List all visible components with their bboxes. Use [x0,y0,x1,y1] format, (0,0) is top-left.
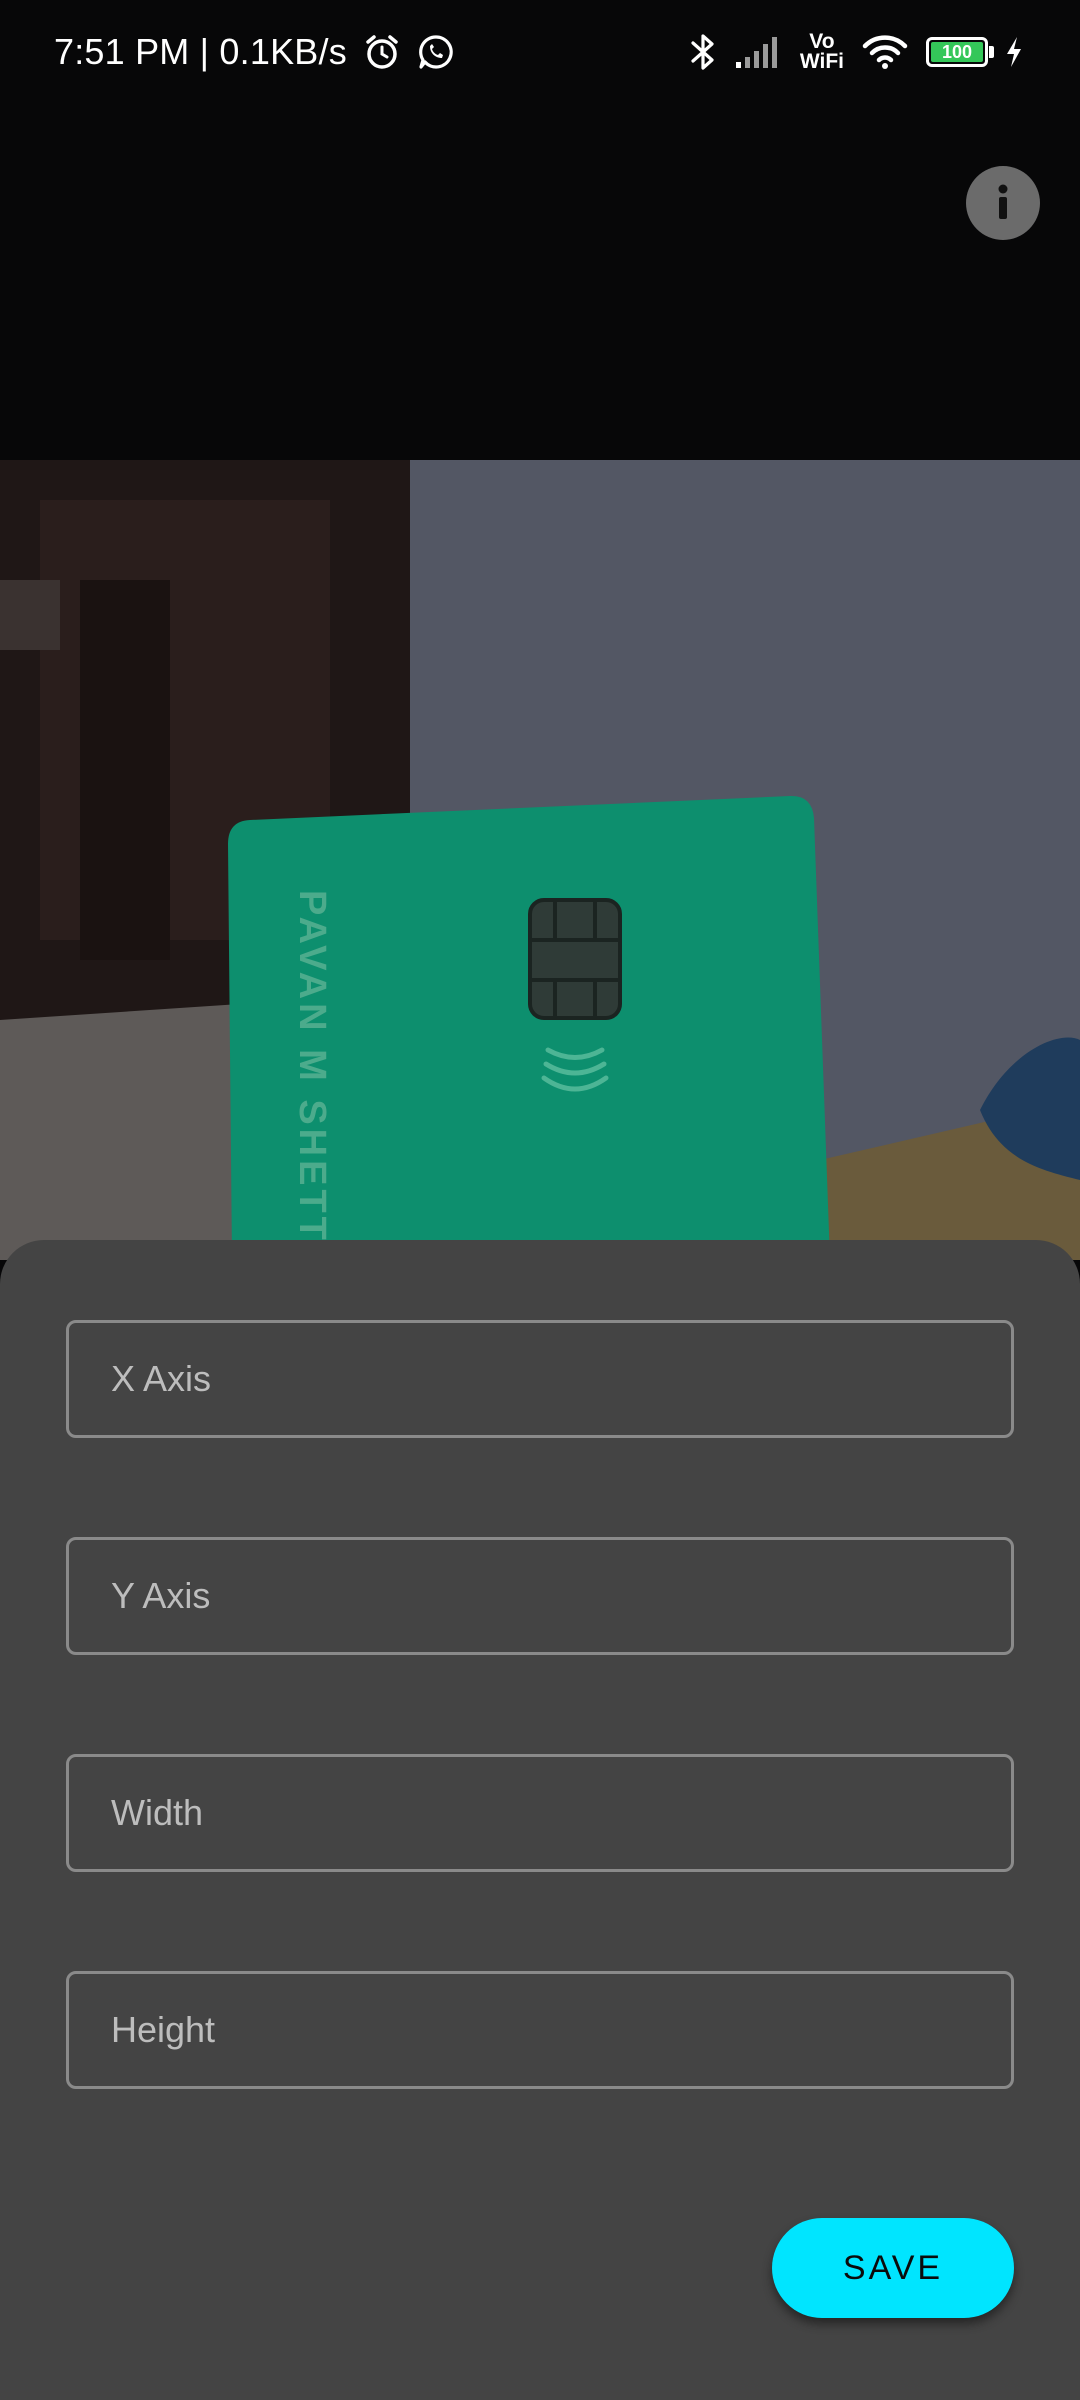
charging-icon [1004,35,1024,69]
camera-preview: PAVAN M SHETTY [0,460,1080,1260]
alarm-icon [363,33,401,71]
wifi-icon [862,34,908,70]
x-axis-field[interactable] [66,1320,1014,1438]
vowifi-icon: Vo WiFi [799,30,844,73]
height-input[interactable] [69,1974,1011,2086]
battery-level: 100 [941,41,973,62]
battery-body: 100 [926,37,988,67]
signal-icon [734,34,782,70]
y-axis-input[interactable] [69,1540,1011,1652]
status-time-speed: 7:51 PM | 0.1KB/s [54,31,347,72]
battery-icon: 100 [926,37,994,67]
status-left: 7:51 PM | 0.1KB/s [54,26,455,78]
width-field[interactable] [66,1754,1014,1872]
status-right: Vo WiFi 100 [672,26,1024,78]
info-button[interactable] [966,166,1040,240]
app-screen: 7:51 PM | 0.1KB/s Vo WiFi 100 PAVAN M SH… [0,0,1080,2400]
info-icon [998,184,1008,219]
vowifi-bottom-text: WiFi [799,50,844,73]
save-button[interactable]: SAVE [772,2218,1014,2318]
height-field[interactable] [66,1971,1014,2089]
vowifi-top-text: Vo [809,30,835,53]
whatsapp-icon [417,33,455,71]
card-name-text: PAVAN M SHETTY [291,890,333,1260]
bluetooth-icon [690,32,716,72]
bottom-sheet: SAVE [0,1240,1080,2400]
battery-nub [989,46,994,58]
x-axis-input[interactable] [69,1323,1011,1435]
status-bar: 7:51 PM | 0.1KB/s Vo WiFi 100 [0,0,1080,104]
width-input[interactable] [69,1757,1011,1869]
camera-preview-image: PAVAN M SHETTY [0,460,1080,1260]
y-axis-field[interactable] [66,1537,1014,1655]
